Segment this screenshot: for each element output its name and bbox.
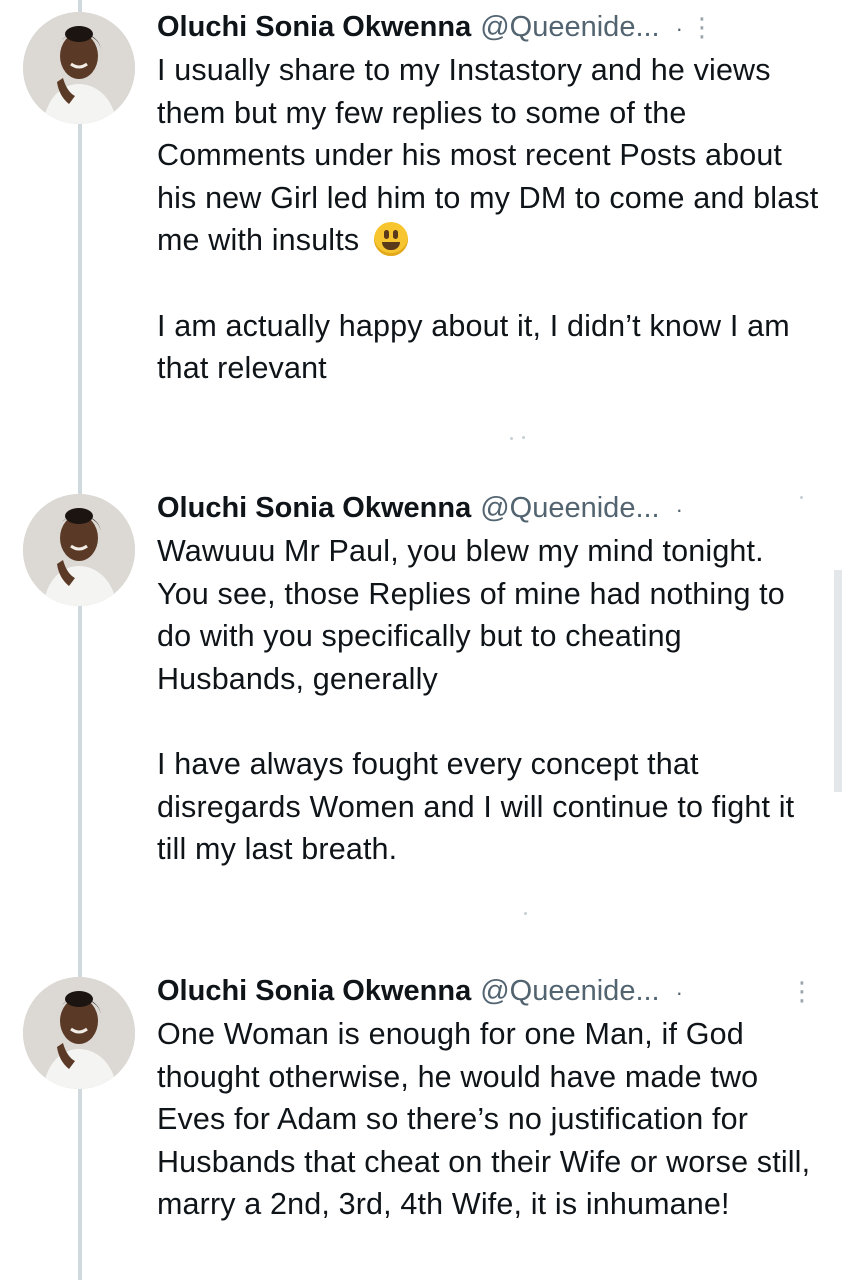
avatar[interactable] [23, 12, 135, 124]
tweet-text-paragraph: I have always fought every concept that … [157, 747, 795, 866]
separator-dot: · [675, 497, 683, 522]
author-name[interactable]: Oluchi Sonia Okwenna [157, 486, 471, 530]
divider-speck [522, 436, 525, 439]
separator-dot: · [675, 16, 683, 41]
more-options-icon[interactable]: ⋮ [789, 969, 816, 1013]
divider-speck [510, 437, 513, 440]
tweet-text-paragraph: I am actually happy about it, I didn’t k… [157, 308, 790, 386]
scrollbar[interactable] [834, 570, 842, 792]
tweet-header: Oluchi Sonia Okwenna @Queenide... · ⋮ [157, 5, 822, 49]
tweet-text: I usually share to my Instastory and he … [157, 49, 822, 262]
tweet-text-paragraph: One Woman is enough for one Man, if God … [157, 1017, 811, 1221]
author-handle[interactable]: @Queenide... [480, 486, 659, 530]
divider-speck [800, 496, 803, 499]
avatar[interactable] [23, 977, 135, 1089]
tweet-text-paragraph: Wawuuu Mr Paul, you blew my mind tonight… [157, 534, 785, 696]
author-handle[interactable]: @Queenide... [480, 5, 659, 49]
separator-dot: · [675, 980, 683, 1005]
author-name[interactable]: Oluchi Sonia Okwenna [157, 969, 471, 1013]
tweet-text-paragraph: I usually share to my Instastory and he … [157, 53, 819, 257]
avatar[interactable] [23, 494, 135, 606]
tweet-header: Oluchi Sonia Okwenna @Queenide... · [157, 486, 822, 530]
more-options-icon[interactable]: ⋮ [689, 5, 716, 49]
divider-speck [524, 912, 527, 915]
author-name[interactable]: Oluchi Sonia Okwenna [157, 5, 471, 49]
tweet-header: Oluchi Sonia Okwenna @Queenide... · ⋮ [157, 969, 822, 1013]
grinning-face-emoji-icon [373, 222, 408, 256]
author-handle[interactable]: @Queenide... [480, 969, 659, 1013]
